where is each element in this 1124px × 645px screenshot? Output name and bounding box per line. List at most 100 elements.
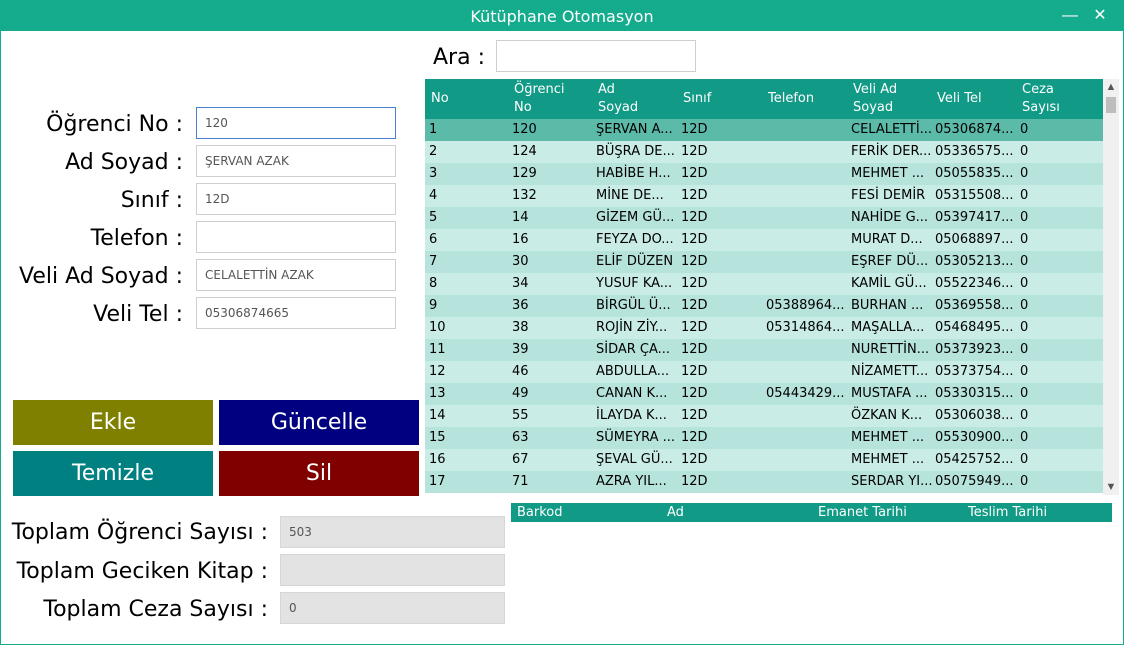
table-cell: 2 [429,144,438,159]
table-row[interactable]: 14 55 İLAYDA K... 12D ÖZKAN K... 05306038... 0 [425,405,1103,427]
phone-label: Telefon : [90,226,183,251]
table-cell: 15 [429,430,446,445]
table-cell: 05305213... [935,254,1014,269]
table-cell: CANAN K... [596,386,668,401]
table-cell: MEHMET ... [851,430,925,445]
students-grid[interactable]: No Öğrenci No Ad Soyad Sınıf Telefon Veli Ad … [425,79,1119,495]
search-input[interactable] [496,40,696,72]
table-cell: 0 [1020,408,1029,423]
class-label: Sınıf : [120,188,183,213]
column-header[interactable]: Ad Soyad [598,79,680,119]
table-cell: 9 [429,298,438,313]
loans-grid-header: Barkod Ad Emanet Tarihi Teslim Tarihi [511,503,1112,522]
table-row[interactable]: 4 132 MİNE DE... 12D FESİ DEMİR 05315508... 0 [425,185,1103,207]
table-cell: 05530900... [935,430,1014,445]
column-header[interactable]: Veli Tel [937,79,1019,119]
table-cell: NAHİDE G... [851,210,929,225]
name-input[interactable]: ŞERVAN AZAK [196,145,396,177]
table-cell: İLAYDA K... [596,408,667,423]
table-row[interactable]: 16 67 ŞEVAL GÜ... 12D MEHMET ... 05425752... 0 [425,449,1103,471]
table-cell: 12D [681,364,708,379]
column-header[interactable]: Veli Ad Soyad [853,79,935,119]
table-cell: 13 [429,386,446,401]
table-cell: 129 [512,166,537,181]
total-students-label: Toplam Öğrenci Sayısı : [11,520,268,545]
column-header[interactable]: Ad [667,503,684,522]
table-cell: ELİF DÜZEN [596,254,674,269]
table-cell: 30 [512,254,529,269]
table-row[interactable]: 11 39 SİDAR ÇA... 12D NURETTİN... 05373923...… [425,339,1103,361]
table-cell: 67 [512,452,529,467]
phone-input[interactable] [196,221,396,253]
table-row[interactable]: 7 30 ELİF DÜZEN 12D EŞREF DÜ... 05305213... 0 [425,251,1103,273]
table-cell: 4 [429,188,438,203]
parent-name-input[interactable]: CELALETTİN AZAK [196,259,396,291]
close-button[interactable]: ✕ [1085,4,1115,28]
minimize-button[interactable]: — [1055,4,1085,28]
table-cell: 12D [681,298,708,313]
table-cell: BURHAN ... [851,298,924,313]
table-cell [766,405,848,427]
column-header[interactable]: Ceza Sayısı [1022,79,1092,119]
table-row[interactable]: 12 46 ABDULLA... 12D NİZAMETT... 05373754... 0 [425,361,1103,383]
table-cell: 12 [429,364,446,379]
add-button[interactable]: Ekle [13,400,213,445]
table-row[interactable]: 17 71 AZRA YIL... 12D SERDAR YI... 05075949..… [425,471,1103,493]
table-cell [766,471,848,493]
table-row[interactable]: 9 36 BİRGÜL Ü... 12D 05388964... BURHAN ... 05… [425,295,1103,317]
table-cell: NİZAMETT... [851,364,929,379]
student-no-input[interactable]: 120 [196,107,396,139]
update-button[interactable]: Güncelle [219,400,419,445]
table-cell: 49 [512,386,529,401]
table-cell: 6 [429,232,438,247]
parent-phone-input[interactable]: 05306874665 [196,297,396,329]
table-cell: 120 [512,122,537,137]
vertical-scrollbar[interactable]: ▲ ▼ [1103,79,1119,495]
delete-button[interactable]: Sil [219,451,419,496]
table-row[interactable]: 6 16 FEYZA DO... 12D MURAT D... 05068897... 0 [425,229,1103,251]
column-header[interactable]: Emanet Tarihi [818,503,907,522]
table-cell: ÖZKAN K... [851,408,923,423]
clear-button[interactable]: Temizle [13,451,213,496]
table-cell [766,273,848,295]
table-cell: 124 [512,144,537,159]
table-cell: 16 [429,452,446,467]
table-cell: 12D [681,166,708,181]
table-cell: 12D [681,210,708,225]
table-row[interactable]: 2 124 BÜŞRA DE... 12D FERİK DER... 05336575..… [425,141,1103,163]
name-label: Ad Soyad : [65,150,183,175]
table-cell: 12D [681,254,708,269]
table-cell: 05373923... [935,342,1014,357]
table-cell: 12D [681,408,708,423]
column-header[interactable]: Öğrenci No [514,79,594,119]
scroll-thumb[interactable] [1106,97,1116,113]
scroll-up-icon[interactable]: ▲ [1103,79,1119,95]
table-row[interactable]: 5 14 GİZEM GÜ... 12D NAHİDE G... 05397417... 0 [425,207,1103,229]
table-cell: 16 [512,232,529,247]
table-cell: ŞERVAN A... [596,122,673,137]
table-cell: 05055835... [935,166,1014,181]
class-input[interactable]: 12D [196,183,396,215]
table-cell: FERİK DER... [851,144,932,159]
table-cell: 0 [1020,276,1029,291]
column-header[interactable]: Sınıf [683,79,765,119]
table-cell: 0 [1020,254,1029,269]
table-cell: 05468495... [935,320,1014,335]
table-cell [766,251,848,273]
scroll-down-icon[interactable]: ▼ [1103,479,1119,495]
table-row[interactable]: 8 34 YUSUF KA... 12D KAMİL GÜ... 05522346... 0 [425,273,1103,295]
table-row[interactable]: 10 38 ROJİN ZİY... 12D 05314864... MAŞALLA...… [425,317,1103,339]
table-cell: NURETTİN... [851,342,930,357]
table-row[interactable]: 13 49 CANAN K... 12D 05443429... MUSTAFA ... 0… [425,383,1103,405]
column-header[interactable]: Barkod [517,503,563,522]
column-header[interactable]: Teslim Tarihi [968,503,1047,522]
table-row[interactable]: 3 129 HABİBE H... 12D MEHMET ... 05055835... 0 [425,163,1103,185]
table-cell: SİDAR ÇA... [596,342,671,357]
column-header[interactable]: Telefon [768,79,850,119]
table-row[interactable]: 1 120 ŞERVAN A... 12D CELALETTİ... 05306874..… [425,119,1103,141]
column-header[interactable]: No [431,79,511,119]
table-cell: EŞREF DÜ... [851,254,929,269]
table-cell: 12D [681,452,708,467]
table-cell: 1 [429,122,438,137]
table-row[interactable]: 15 63 SÜMEYRA ... 12D MEHMET ... 05530900... 0 [425,427,1103,449]
